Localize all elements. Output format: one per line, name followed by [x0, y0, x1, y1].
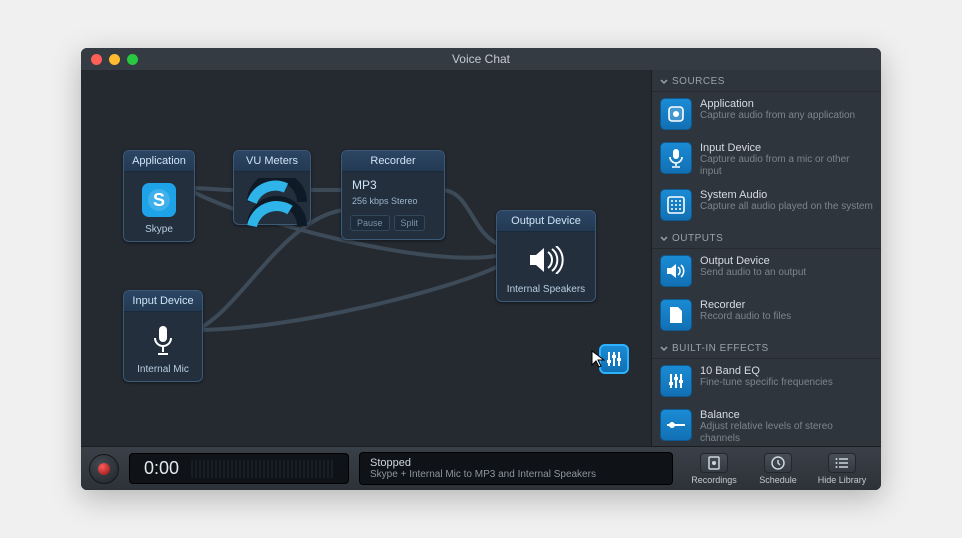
mic-icon [660, 142, 692, 174]
library-item[interactable]: System AudioCapture all audio played on … [652, 183, 881, 227]
record-dot-icon [98, 463, 110, 475]
button-label: Hide Library [818, 475, 867, 485]
recordings-button[interactable]: Recordings [683, 453, 745, 485]
chevron-down-icon [660, 345, 668, 353]
balance-icon [660, 409, 692, 441]
library-item[interactable]: 10 Band EQFine-tune specific frequencies [652, 359, 881, 403]
window-title: Voice Chat [81, 52, 881, 66]
status-line-2: Skype + Internal Mic to MP3 and Internal… [370, 469, 662, 480]
button-label: Schedule [759, 475, 797, 485]
speaker-icon [660, 255, 692, 287]
library-item[interactable]: Input DeviceCapture audio from a mic or … [652, 136, 881, 183]
library-item[interactable]: BalanceAdjust relative levels of stereo … [652, 403, 881, 446]
node-header: Recorder [342, 151, 444, 172]
library-item-desc: Capture all audio played on the system [700, 201, 873, 213]
chevron-down-icon [660, 78, 668, 86]
clock-icon [764, 453, 792, 473]
library-item-name: System Audio [700, 189, 873, 201]
library-item-name: 10 Band EQ [700, 365, 833, 377]
node-header: VU Meters [234, 151, 310, 172]
mouse-cursor [591, 350, 605, 368]
section-title: SOURCES [672, 76, 725, 87]
node-label: Internal Speakers [507, 284, 585, 295]
node-vu-meters[interactable]: VU Meters [233, 150, 311, 225]
library-item-name: Output Device [700, 255, 806, 267]
app-icon [660, 98, 692, 130]
library-sidebar[interactable]: SOURCES ApplicationCapture audio from any… [651, 70, 881, 446]
library-section-header[interactable]: OUTPUTS [652, 227, 881, 249]
library-item[interactable]: RecorderRecord audio to files [652, 293, 881, 337]
library-item[interactable]: Output DeviceSend audio to an output [652, 249, 881, 293]
speaker-icon [526, 240, 566, 280]
node-output-device[interactable]: Output Device Internal Speakers [496, 210, 596, 302]
vu-meter-icon [246, 178, 298, 218]
app-window: Voice Chat Application S Skype [81, 48, 881, 490]
node-header: Application [124, 151, 194, 172]
schedule-button[interactable]: Schedule [747, 453, 809, 485]
library-section-header[interactable]: SOURCES [652, 70, 881, 92]
file-icon [660, 299, 692, 331]
level-meter [191, 460, 334, 478]
recorder-pause-button[interactable]: Pause [350, 215, 390, 231]
library-item-desc: Adjust relative levels of stereo channel… [700, 421, 873, 444]
library-item-desc: Fine-tune specific frequencies [700, 377, 833, 389]
bottom-toolbar: 0:00 Stopped Skype + Internal Mic to MP3… [81, 446, 881, 490]
recorder-split-button[interactable]: Split [394, 215, 426, 231]
titlebar: Voice Chat [81, 48, 881, 70]
recorder-format: MP3 [350, 178, 379, 192]
chevron-down-icon [660, 235, 668, 243]
node-label: Internal Mic [137, 364, 189, 375]
node-application[interactable]: Application S Skype [123, 150, 195, 242]
node-label: Skype [145, 224, 173, 235]
sliders-icon [660, 365, 692, 397]
library-item-name: Balance [700, 409, 873, 421]
speaker-grid-icon [660, 189, 692, 221]
patch-canvas[interactable]: Application S Skype VU Meters [81, 70, 651, 446]
node-input-device[interactable]: Input Device Internal Mic [123, 290, 203, 382]
library-item-desc: Capture audio from any application [700, 110, 855, 122]
record-button[interactable] [89, 454, 119, 484]
recordings-icon [700, 453, 728, 473]
timecode: 0:00 [144, 458, 179, 479]
status-line-1: Stopped [370, 457, 662, 469]
node-recorder[interactable]: Recorder MP3 256 kbps Stereo Pause Split [341, 150, 445, 240]
library-item-name: Input Device [700, 142, 873, 154]
time-panel: 0:00 [129, 453, 349, 484]
list-icon [828, 453, 856, 473]
svg-text:S: S [153, 190, 165, 210]
section-title: BUILT-IN EFFECTS [672, 343, 769, 354]
skype-icon: S [139, 180, 179, 220]
node-header: Output Device [497, 211, 595, 232]
library-item-desc: Send audio to an output [700, 267, 806, 279]
library-section-header[interactable]: BUILT-IN EFFECTS [652, 337, 881, 359]
hide-library-button[interactable]: Hide Library [811, 453, 873, 485]
status-panel: Stopped Skype + Internal Mic to MP3 and … [359, 452, 673, 485]
sliders-icon [605, 350, 623, 368]
library-item[interactable]: ApplicationCapture audio from any applic… [652, 92, 881, 136]
library-item-desc: Capture audio from a mic or other input [700, 154, 873, 177]
node-header: Input Device [124, 291, 202, 312]
button-label: Recordings [691, 475, 737, 485]
recorder-detail: 256 kbps Stereo [350, 196, 436, 207]
library-item-name: Recorder [700, 299, 791, 311]
section-title: OUTPUTS [672, 233, 723, 244]
microphone-icon [143, 320, 183, 360]
library-item-name: Application [700, 98, 855, 110]
library-item-desc: Record audio to files [700, 311, 791, 323]
